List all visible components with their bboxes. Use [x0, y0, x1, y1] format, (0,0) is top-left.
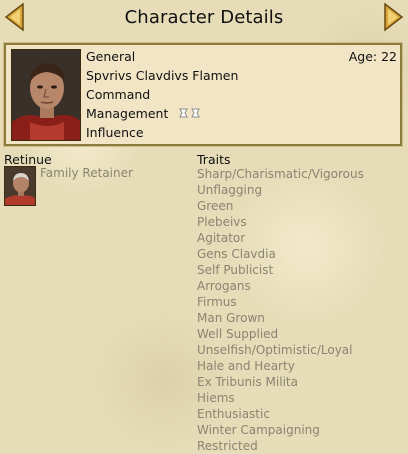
trait-item[interactable]: Firmus [197, 294, 364, 310]
trait-item[interactable]: Man Grown [197, 310, 364, 326]
attribute-command[interactable]: Command [86, 87, 150, 102]
character-summary-panel: General Age: 22 Spvrivs Clavdivs Flamen … [3, 42, 403, 147]
traits-heading: Traits [197, 152, 231, 167]
trait-item[interactable]: Gens Clavdia [197, 246, 364, 262]
title-bar: Character Details [0, 0, 408, 40]
character-name: Spvrivs Clavdivs Flamen [86, 68, 239, 83]
trait-item[interactable]: Unflagging [197, 182, 364, 198]
management-laurel-icon [178, 107, 204, 122]
attribute-management: Management [86, 106, 169, 121]
trait-item[interactable]: Winter Campaigning [197, 422, 364, 438]
retinue-item[interactable]: Family Retainer [40, 166, 133, 180]
trait-item[interactable]: Sharp/Charismatic/Vigorous [197, 166, 364, 182]
page-title: Character Details [124, 7, 284, 28]
trait-item[interactable]: Agitator [197, 230, 364, 246]
trait-item[interactable]: Hale and Hearty [197, 358, 364, 374]
character-age: Age: 22 [348, 49, 397, 64]
character-rank: General [86, 49, 136, 64]
trait-item[interactable]: Plebeivs [197, 214, 364, 230]
family-retainer-icon[interactable] [4, 166, 36, 206]
trait-item[interactable]: Hiems [197, 390, 364, 406]
attribute-influence[interactable]: Influence [86, 125, 144, 140]
next-character-arrow-icon[interactable] [383, 2, 405, 32]
trait-item[interactable]: Restricted [197, 438, 364, 454]
trait-item[interactable]: Unselfish/Optimistic/Loyal [197, 342, 364, 358]
trait-item[interactable]: Self Publicist [197, 262, 364, 278]
trait-item[interactable]: Ex Tribunis Milita [197, 374, 364, 390]
trait-item[interactable]: Enthusiastic [197, 406, 364, 422]
trait-item[interactable]: Well Supplied [197, 326, 364, 342]
trait-item[interactable]: Green [197, 198, 364, 214]
attribute-management-row[interactable]: Management [86, 106, 204, 122]
traits-list: Sharp/Charismatic/Vigorous Unflagging Gr… [197, 166, 364, 454]
character-portrait [11, 49, 81, 141]
retinue-heading: Retinue [4, 152, 52, 167]
trait-item[interactable]: Arrogans [197, 278, 364, 294]
